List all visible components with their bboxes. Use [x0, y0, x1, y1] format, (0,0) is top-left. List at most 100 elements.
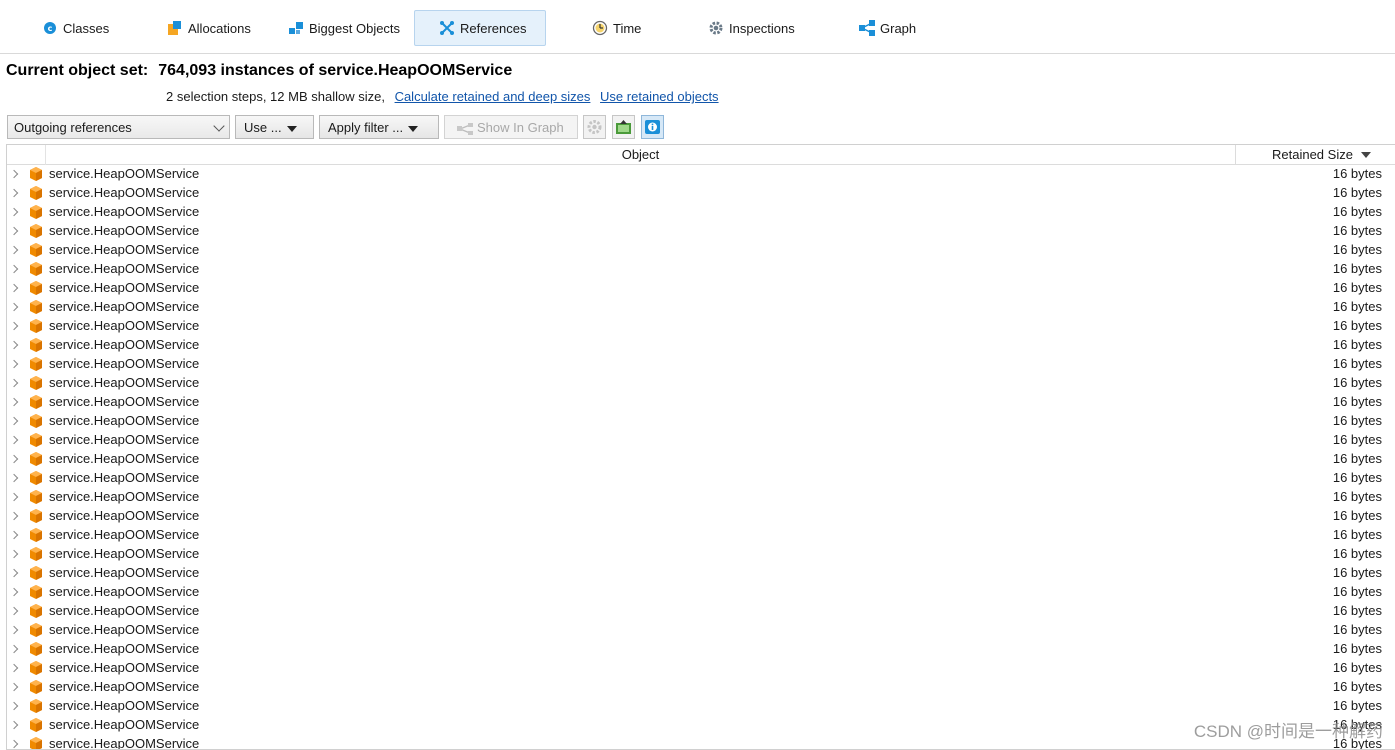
expand-arrow-icon[interactable]	[9, 245, 19, 255]
expand-arrow-icon[interactable]	[9, 720, 19, 730]
table-row[interactable]: service.HeapOOMService 16 bytes	[7, 393, 1395, 412]
apply-filter-button[interactable]: Apply filter ...	[319, 115, 439, 139]
retained-size: 16 bytes	[1332, 565, 1382, 580]
expand-arrow-icon[interactable]	[9, 511, 19, 521]
expand-arrow-icon[interactable]	[9, 606, 19, 616]
tab-biggest-objects[interactable]: Biggest Objects	[280, 10, 408, 46]
expand-arrow-icon[interactable]	[9, 207, 19, 217]
allocations-icon	[167, 20, 183, 36]
tab-time[interactable]: Time	[584, 10, 649, 46]
biggest-objects-icon	[288, 20, 304, 36]
table-row[interactable]: service.HeapOOMService 16 bytes	[7, 317, 1395, 336]
column-header-object[interactable]: Object	[45, 145, 1235, 165]
export-button[interactable]	[612, 115, 635, 139]
table-row[interactable]: service.HeapOOMService 16 bytes	[7, 165, 1395, 184]
table-row[interactable]: service.HeapOOMService 16 bytes	[7, 735, 1395, 749]
table-row[interactable]: service.HeapOOMService 16 bytes	[7, 564, 1395, 583]
expand-arrow-icon[interactable]	[9, 321, 19, 331]
expand-arrow-icon[interactable]	[9, 283, 19, 293]
info-toggle-button[interactable]	[641, 115, 664, 139]
table-row[interactable]: service.HeapOOMService 16 bytes	[7, 716, 1395, 735]
expand-arrow-icon[interactable]	[9, 587, 19, 597]
use-button[interactable]: Use ...	[235, 115, 314, 139]
expand-arrow-icon[interactable]	[9, 644, 19, 654]
table-row[interactable]: service.HeapOOMService 16 bytes	[7, 659, 1395, 678]
object-name: service.HeapOOMService	[49, 185, 200, 200]
table-row[interactable]: service.HeapOOMService 16 bytes	[7, 621, 1395, 640]
object-name: service.HeapOOMService	[49, 698, 200, 713]
calculate-retained-link[interactable]: Calculate retained and deep sizes	[395, 89, 591, 104]
table-row[interactable]: service.HeapOOMService 16 bytes	[7, 260, 1395, 279]
table-row[interactable]: service.HeapOOMService 16 bytes	[7, 279, 1395, 298]
expand-arrow-icon[interactable]	[9, 359, 19, 369]
expand-arrow-icon[interactable]	[9, 302, 19, 312]
table-row[interactable]: service.HeapOOMService 16 bytes	[7, 241, 1395, 260]
expand-arrow-icon[interactable]	[9, 701, 19, 711]
tab-graph[interactable]: Graph	[851, 10, 924, 46]
table-row[interactable]: service.HeapOOMService 16 bytes	[7, 450, 1395, 469]
object-name: service.HeapOOMService	[49, 489, 200, 504]
object-instance-icon	[30, 338, 42, 352]
table-row[interactable]: service.HeapOOMService 16 bytes	[7, 697, 1395, 716]
expand-arrow-icon[interactable]	[9, 169, 19, 179]
expand-arrow-icon[interactable]	[9, 549, 19, 559]
table-row[interactable]: service.HeapOOMService 16 bytes	[7, 469, 1395, 488]
expand-arrow-icon[interactable]	[9, 530, 19, 540]
expand-arrow-icon[interactable]	[9, 625, 19, 635]
expand-arrow-icon[interactable]	[9, 264, 19, 274]
table-row[interactable]: service.HeapOOMService 16 bytes	[7, 298, 1395, 317]
classes-icon: c	[42, 20, 58, 36]
column-header-retained-size[interactable]: Retained Size	[1235, 145, 1385, 165]
expand-arrow-icon[interactable]	[9, 340, 19, 350]
expand-arrow-icon[interactable]	[9, 226, 19, 236]
object-instance-icon	[30, 452, 42, 466]
expand-arrow-icon[interactable]	[9, 663, 19, 673]
expand-arrow-icon[interactable]	[9, 568, 19, 578]
table-row[interactable]: service.HeapOOMService 16 bytes	[7, 431, 1395, 450]
retained-size: 16 bytes	[1332, 641, 1382, 656]
retained-size: 16 bytes	[1332, 508, 1382, 523]
table-body: service.HeapOOMService 16 bytes service.He…	[7, 165, 1395, 749]
table-row[interactable]: service.HeapOOMService 16 bytes	[7, 203, 1395, 222]
object-instance-icon	[30, 319, 42, 333]
show-in-graph-button[interactable]: Show In Graph	[444, 115, 578, 139]
expand-arrow-icon[interactable]	[9, 416, 19, 426]
table-row[interactable]: service.HeapOOMService 16 bytes	[7, 583, 1395, 602]
expand-arrow-icon[interactable]	[9, 492, 19, 502]
object-name: service.HeapOOMService	[49, 584, 200, 599]
expand-arrow-icon[interactable]	[9, 435, 19, 445]
expand-arrow-icon[interactable]	[9, 378, 19, 388]
settings-button[interactable]	[583, 115, 606, 139]
table-row[interactable]: service.HeapOOMService 16 bytes	[7, 412, 1395, 431]
object-name: service.HeapOOMService	[49, 299, 200, 314]
table-row[interactable]: service.HeapOOMService 16 bytes	[7, 184, 1395, 203]
tab-allocations[interactable]: Allocations	[159, 10, 259, 46]
table-row[interactable]: service.HeapOOMService 16 bytes	[7, 678, 1395, 697]
table-row[interactable]: service.HeapOOMService 16 bytes	[7, 640, 1395, 659]
table-row[interactable]: service.HeapOOMService 16 bytes	[7, 355, 1395, 374]
table-row[interactable]: service.HeapOOMService 16 bytes	[7, 222, 1395, 241]
tab-references[interactable]: References	[414, 10, 546, 46]
table-row[interactable]: service.HeapOOMService 16 bytes	[7, 374, 1395, 393]
retained-size: 16 bytes	[1332, 204, 1382, 219]
object-instance-icon	[30, 547, 42, 561]
expand-arrow-icon[interactable]	[9, 397, 19, 407]
expand-arrow-icon[interactable]	[9, 454, 19, 464]
expand-arrow-icon[interactable]	[9, 473, 19, 483]
tab-classes[interactable]: c Classes	[34, 10, 117, 46]
expand-arrow-icon[interactable]	[9, 739, 19, 749]
tab-label: References	[460, 20, 527, 36]
tab-inspections[interactable]: Inspections	[700, 10, 803, 46]
retained-size: 16 bytes	[1332, 679, 1382, 694]
expand-arrow-icon[interactable]	[9, 188, 19, 198]
expand-arrow-icon[interactable]	[9, 682, 19, 692]
references-type-select[interactable]: Outgoing references	[7, 115, 230, 139]
table-row[interactable]: service.HeapOOMService 16 bytes	[7, 602, 1395, 621]
table-row[interactable]: service.HeapOOMService 16 bytes	[7, 488, 1395, 507]
table-row[interactable]: service.HeapOOMService 16 bytes	[7, 336, 1395, 355]
table-row[interactable]: service.HeapOOMService 16 bytes	[7, 545, 1395, 564]
table-row[interactable]: service.HeapOOMService 16 bytes	[7, 507, 1395, 526]
chevron-down-icon	[213, 120, 225, 132]
table-row[interactable]: service.HeapOOMService 16 bytes	[7, 526, 1395, 545]
use-retained-objects-link[interactable]: Use retained objects	[600, 89, 719, 104]
